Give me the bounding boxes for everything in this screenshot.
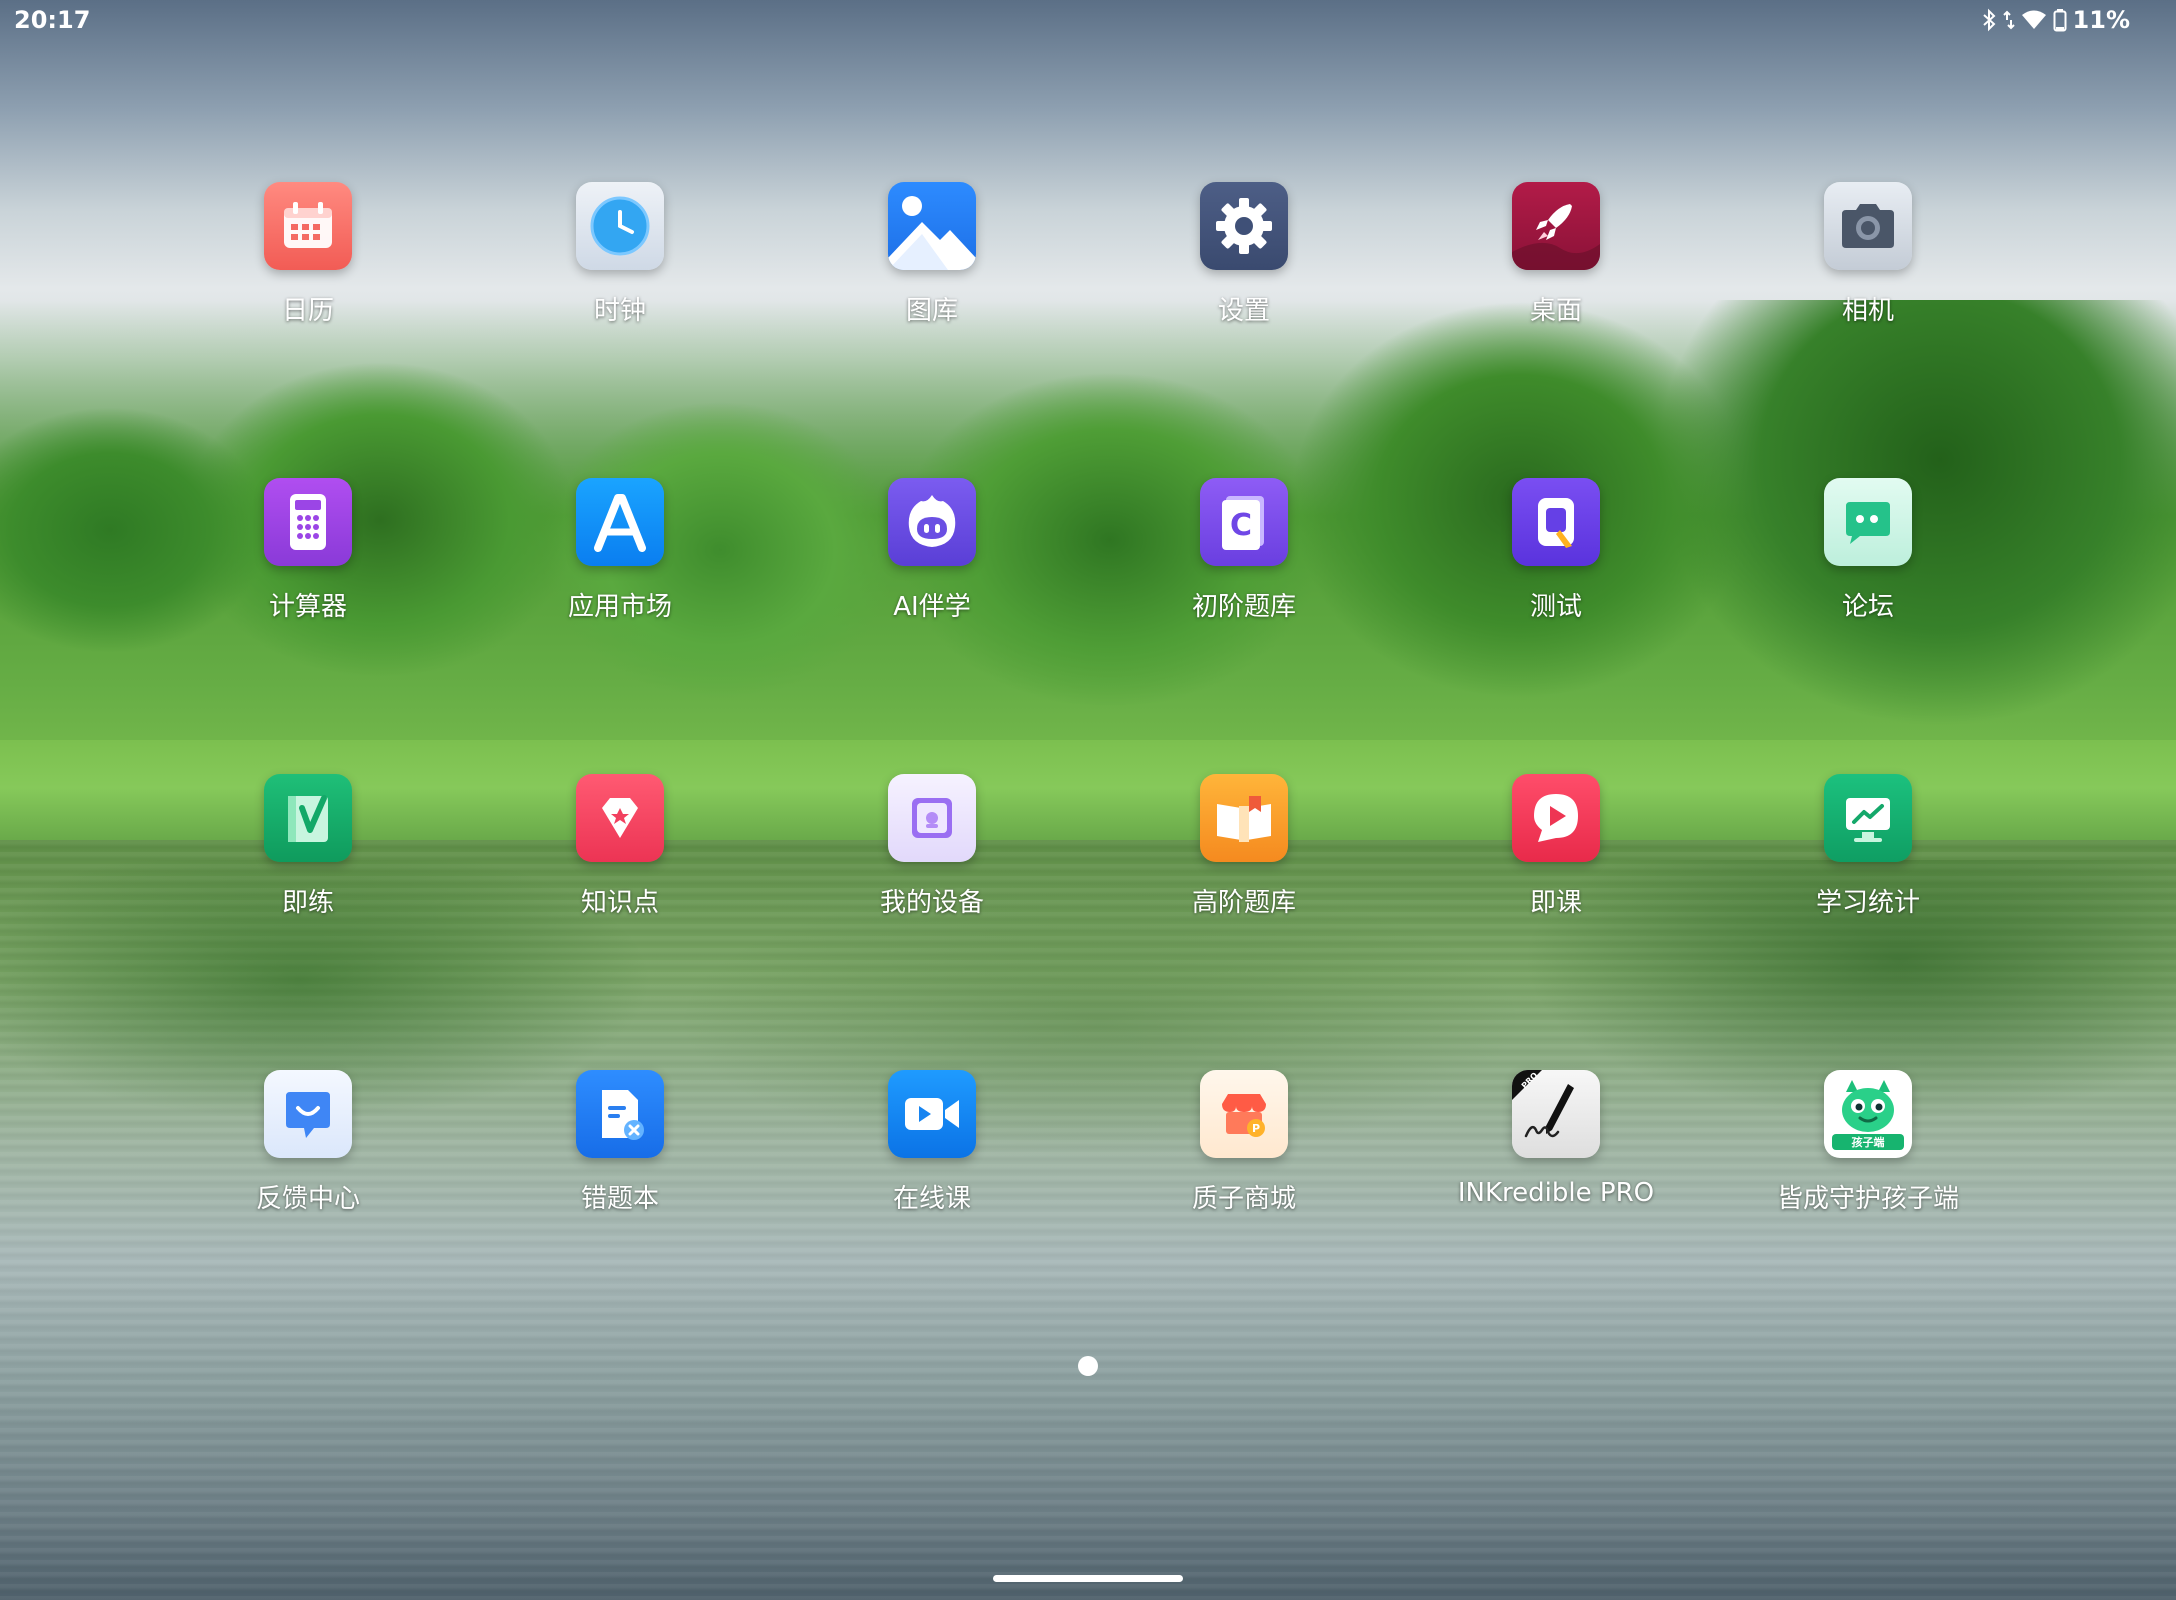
app-inkredible-pro[interactable]: PRO INKredible PRO <box>1426 1070 1686 1208</box>
app-label: 论坛 <box>1841 592 1894 622</box>
app-advanced-question-bank[interactable]: 高阶题库 <box>1114 774 1374 919</box>
clock-icon <box>576 182 664 270</box>
app-knowledge-points[interactable]: 知识点 <box>490 774 750 919</box>
app-label: 相机 <box>1841 296 1894 326</box>
calculator-icon <box>264 478 352 566</box>
status-bar: 20:17 11% <box>0 0 2176 44</box>
app-clock[interactable]: 时钟 <box>490 182 750 327</box>
app-label: 我的设备 <box>879 888 984 918</box>
app-proton-store[interactable]: P 质子商城 <box>1114 1070 1374 1215</box>
lesson-play-icon <box>1512 774 1600 862</box>
test-icon <box>1512 478 1600 566</box>
question-bank-c-icon: C <box>1200 478 1288 566</box>
guardian-kid-icon: 孩子端 <box>1824 1070 1912 1158</box>
svg-text:C: C <box>1230 508 1252 543</box>
app-label: 设置 <box>1217 296 1270 326</box>
svg-text:P: P <box>1252 1122 1260 1135</box>
app-store[interactable]: 应用市场 <box>490 478 750 623</box>
practice-book-icon <box>264 774 352 862</box>
error-notebook-icon <box>576 1070 664 1158</box>
my-device-icon <box>888 774 976 862</box>
app-store-icon <box>576 478 664 566</box>
rocket-icon <box>1512 182 1600 270</box>
app-label: 计算器 <box>268 592 347 622</box>
app-ai-buddy[interactable]: AI伴学 <box>802 478 1062 623</box>
app-label: 高阶题库 <box>1191 888 1296 918</box>
app-error-notebook[interactable]: 错题本 <box>490 1070 750 1215</box>
app-label: 桌面 <box>1529 296 1582 326</box>
ai-buddy-icon <box>888 478 976 566</box>
app-label: 质子商城 <box>1191 1184 1296 1214</box>
status-time: 20:17 <box>14 6 91 34</box>
app-label: 知识点 <box>580 888 659 918</box>
gallery-icon <box>888 182 976 270</box>
kid-badge: 孩子端 <box>1852 1135 1885 1149</box>
app-label: 初阶题库 <box>1191 592 1296 622</box>
app-label: 图库 <box>905 296 958 326</box>
page-indicator-dot[interactable] <box>1078 1356 1098 1376</box>
app-label: 即练 <box>281 888 334 918</box>
app-label: 错题本 <box>580 1184 659 1214</box>
app-gallery[interactable]: 图库 <box>802 182 1062 327</box>
app-label: AI伴学 <box>893 592 971 622</box>
store-icon: P <box>1200 1070 1288 1158</box>
app-label: 即课 <box>1529 888 1582 918</box>
forum-chat-icon <box>1824 478 1912 566</box>
battery-icon <box>2053 9 2067 32</box>
app-launcher-desktop[interactable]: 桌面 <box>1426 182 1686 327</box>
knowledge-gem-icon <box>576 774 664 862</box>
app-my-device[interactable]: 我的设备 <box>802 774 1062 919</box>
app-label: 测试 <box>1529 592 1582 622</box>
app-camera[interactable]: 相机 <box>1738 182 1998 327</box>
status-icons: 11% <box>1981 6 2130 34</box>
bluetooth-icon <box>1982 8 1995 32</box>
data-arrows-icon <box>2002 10 2015 30</box>
app-forum[interactable]: 论坛 <box>1738 478 1998 623</box>
app-label: 日历 <box>281 296 334 326</box>
app-practice[interactable]: 即练 <box>178 774 438 919</box>
app-study-stats[interactable]: 学习统计 <box>1738 774 1998 919</box>
app-label: 学习统计 <box>1815 888 1920 918</box>
feedback-smile-icon <box>264 1070 352 1158</box>
battery-percent: 11% <box>2072 6 2130 34</box>
app-label: 应用市场 <box>567 592 672 622</box>
app-online-class[interactable]: 在线课 <box>802 1070 1062 1215</box>
app-label: 在线课 <box>892 1184 971 1214</box>
app-label: INKredible PRO <box>1457 1178 1655 1208</box>
app-label: 皆成守护孩子端 <box>1776 1184 1959 1214</box>
app-label: 时钟 <box>593 296 646 326</box>
study-stats-icon <box>1824 774 1912 862</box>
inkredible-pen-icon: PRO <box>1512 1070 1600 1158</box>
app-test[interactable]: 测试 <box>1426 478 1686 623</box>
settings-gear-icon <box>1200 182 1288 270</box>
app-calculator[interactable]: 计算器 <box>178 478 438 623</box>
app-feedback-center[interactable]: 反馈中心 <box>178 1070 438 1215</box>
app-guardian-kids[interactable]: 孩子端 皆成守护孩子端 <box>1738 1070 1998 1215</box>
camera-icon <box>1824 182 1912 270</box>
wifi-icon <box>2021 10 2046 29</box>
app-instant-lesson[interactable]: 即课 <box>1426 774 1686 919</box>
app-label: 反馈中心 <box>255 1184 360 1214</box>
calendar-icon <box>264 182 352 270</box>
advanced-question-bank-icon <box>1200 774 1288 862</box>
app-calendar[interactable]: 日历 <box>178 182 438 327</box>
app-settings[interactable]: 设置 <box>1114 182 1374 327</box>
app-basic-question-bank[interactable]: C 初阶题库 <box>1114 478 1374 623</box>
online-class-video-icon <box>888 1070 976 1158</box>
home-gesture-bar[interactable] <box>993 1575 1183 1582</box>
